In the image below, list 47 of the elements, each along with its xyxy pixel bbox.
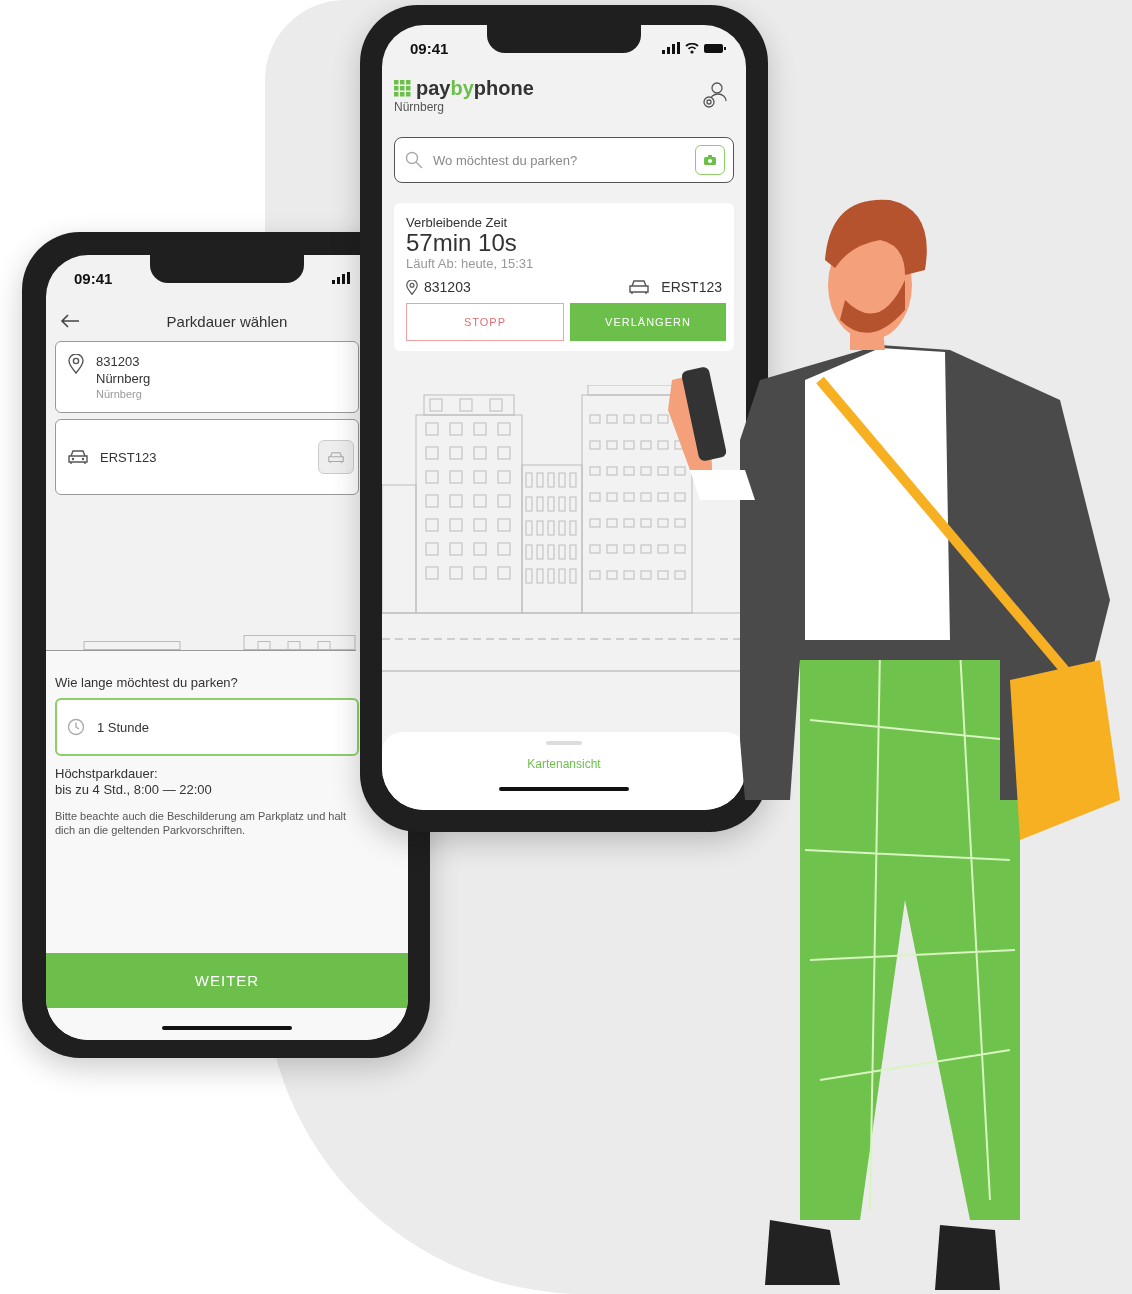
stop-button[interactable]: STOPP [406,303,564,342]
back-arrow-icon[interactable] [60,314,80,328]
status-time: 09:41 [410,39,449,57]
account-settings-icon[interactable] [700,81,728,111]
vehicle-card[interactable]: ERST123 [55,419,359,495]
license-plate: ERST123 [100,449,158,465]
city-name: Nürnberg [394,100,446,114]
car-icon [68,449,88,465]
status-time: 09:41 [74,269,113,287]
location-pin-icon [406,279,418,295]
duration-question: Wie lange möchtest du parken? [55,675,239,690]
max-duration-value: bis zu 4 Std., 8:00 — 22:00 [55,782,213,797]
camera-icon [704,155,716,165]
remaining-time: 57min 10s [406,230,518,257]
area-name: Nürnberg [96,388,143,400]
vehicle-select-button[interactable] [318,440,354,474]
expiry-time: Läuft Ab: heute, 15:31 [406,256,535,272]
location-pin-icon [68,354,84,374]
continue-button[interactable]: WEITER [46,953,408,1008]
extend-button[interactable]: VERLÄNGERN [570,303,726,342]
car-icon [629,279,650,296]
parking-notice: Bitte beachte auch die Beschilderung am Parkplatz und halt dich an die geltenden Parkvorschriften. [55,809,348,838]
license-plate: ERST123 [661,279,722,296]
max-duration-label: Höchstparkdauer: [55,766,159,781]
grid-logo-icon [394,79,412,98]
map-view-link[interactable]: Kartenansicht [527,757,601,771]
car-icon [328,450,344,464]
home-indicator[interactable] [499,787,629,791]
clock-icon [67,718,85,736]
remaining-time-label: Verbleibende Zeit [406,215,509,230]
zone-number: 831203 [96,354,141,369]
city-name: Nürnberg [96,371,151,386]
zone-number: 831203 [424,279,471,296]
camera-button[interactable] [695,145,725,175]
search-icon [405,151,423,169]
screen-title: Parkdauer wählen [166,312,288,330]
battery-icon [704,43,726,53]
search-field[interactable]: Wo möchtest du parken? [394,137,734,183]
duration-field[interactable]: 1 Stunde [55,698,359,756]
location-card[interactable]: 831203 Nürnberg Nürnberg [55,341,359,413]
search-input[interactable]: Wo möchtest du parken? [431,151,687,169]
brand-logo-text: paybyphone [416,77,534,100]
duration-value: 1 Stunde [97,719,150,735]
home-indicator[interactable] [162,1026,292,1030]
signal-icon [332,272,352,284]
wifi-icon [685,42,699,54]
signal-icon [662,42,680,54]
